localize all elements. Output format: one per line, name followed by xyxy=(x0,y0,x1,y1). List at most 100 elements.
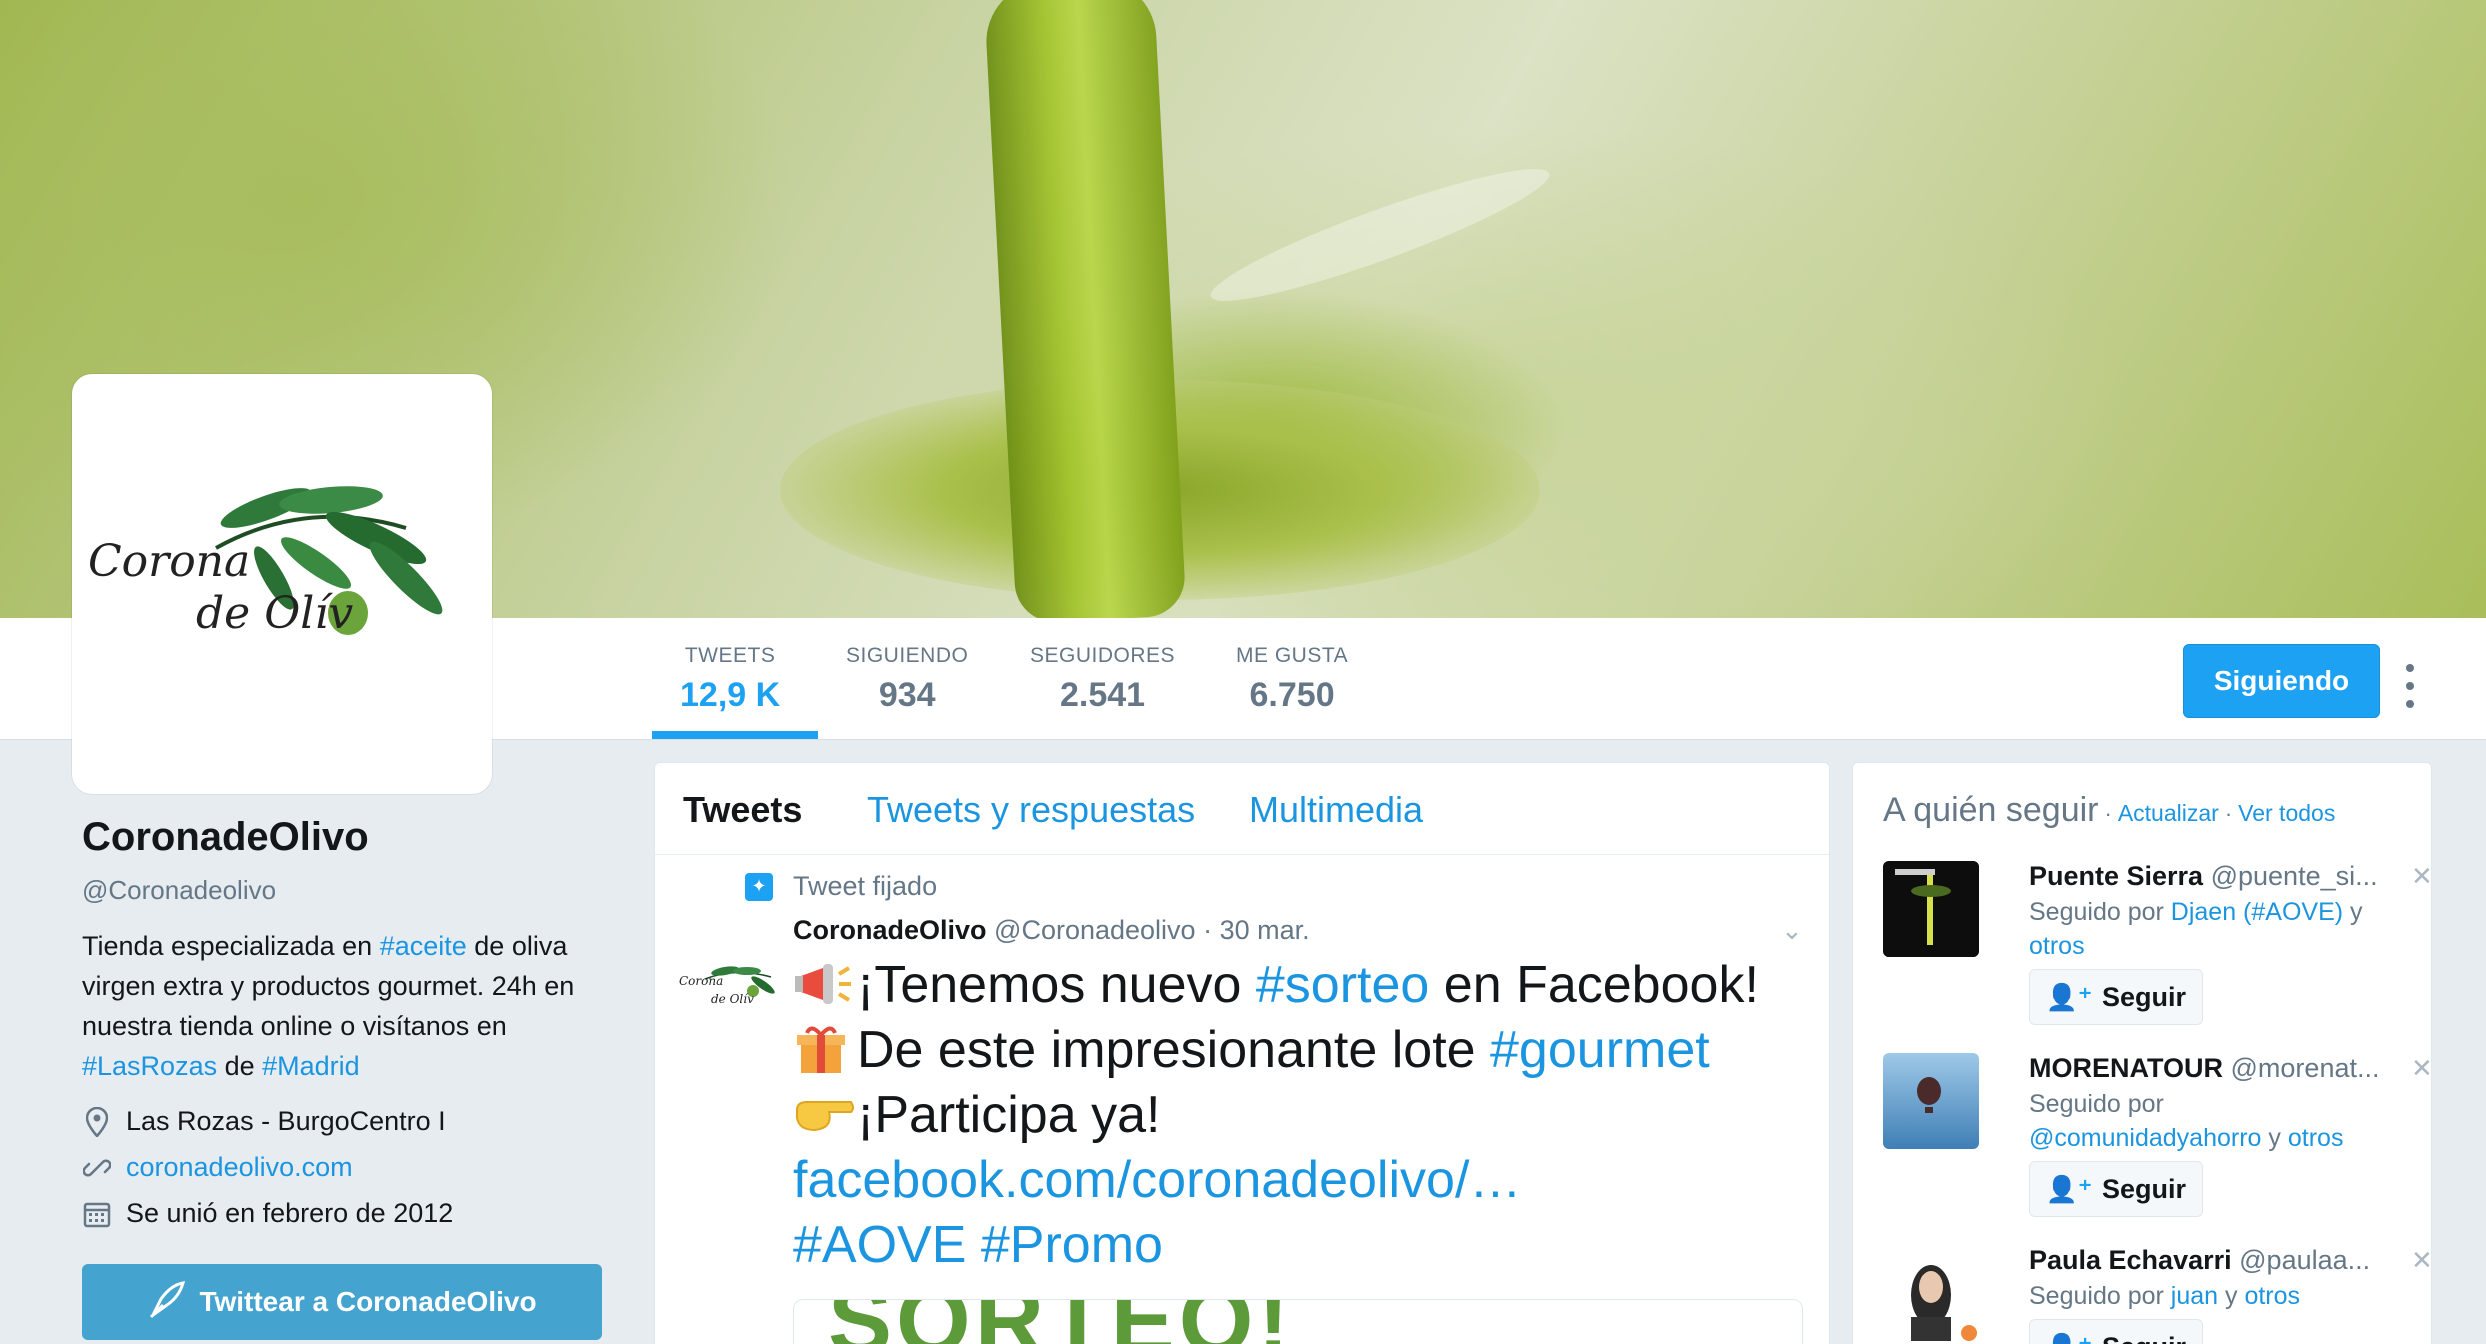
suggestion-name[interactable]: MORENATOUR xyxy=(2029,1053,2223,1083)
logo-text-line-1: Corona xyxy=(88,536,250,587)
tweet-media-card[interactable]: SORTEO! xyxy=(793,1299,1803,1344)
avatar-logo-text-2: de Olív xyxy=(711,992,754,1006)
close-icon[interactable]: ✕ xyxy=(2411,861,2431,892)
calendar-icon xyxy=(82,1199,112,1229)
close-icon[interactable]: ✕ xyxy=(2411,1245,2431,1276)
follow-label: Seguir xyxy=(2102,1332,2186,1344)
tab-tweets-and-replies[interactable]: Tweets y respuestas xyxy=(867,789,1195,831)
stat-following[interactable]: SIGUIENDO 934 xyxy=(846,644,968,715)
stat-label: SEGUIDORES xyxy=(1030,644,1176,667)
profile-handle[interactable]: @Coronadeolivo xyxy=(82,875,276,906)
followed-by-text: Seguido por Djaen (#AOVE) y otros xyxy=(2029,895,2399,963)
joined-text: Se unió en febrero de 2012 xyxy=(126,1198,454,1228)
followed-by-prefix: Seguido por xyxy=(2029,898,2171,926)
stat-value: 6.750 xyxy=(1249,676,1335,714)
location-pin-icon xyxy=(82,1106,112,1137)
followed-by-prefix: Seguido por xyxy=(2029,1282,2171,1310)
suggestion-avatar[interactable] xyxy=(1883,861,1979,957)
hashtag-link[interactable]: #gourmet xyxy=(1490,1021,1710,1079)
hashtag-link[interactable]: #Madrid xyxy=(262,1051,360,1081)
profile-avatar[interactable]: Corona de Olív xyxy=(72,374,492,794)
avatar-logo-text-1: Corona xyxy=(679,974,723,988)
suggestion-handle[interactable]: @morenat... xyxy=(2231,1053,2380,1083)
tweet-author-handle[interactable]: @Coronadeolivo xyxy=(994,915,1196,945)
tweet-date[interactable]: · 30 mar. xyxy=(1203,915,1310,945)
add-user-icon: 👤⁺ xyxy=(2045,981,2093,1012)
who-to-follow-title: A quién seguir xyxy=(1883,791,2099,829)
suggestion-name-line: MORENATOUR @morenat... xyxy=(2029,1053,2389,1084)
stat-followers[interactable]: SEGUIDORES 2.541 xyxy=(1030,644,1175,715)
hashtag-link[interactable]: #LasRozas xyxy=(82,1051,217,1081)
tweet-to-button[interactable]: Twittear a CoronadeOlivo xyxy=(82,1264,602,1340)
website-link[interactable]: coronadeolivo.com xyxy=(126,1152,353,1183)
pinned-tweet-label: ✦ Tweet fijado xyxy=(745,871,937,902)
followed-by-mid: y xyxy=(2261,1124,2288,1152)
tweet-author-name[interactable]: CoronadeOlivo xyxy=(793,915,987,945)
suggestion-avatar[interactable] xyxy=(1883,1245,1979,1341)
followed-by-others-link[interactable]: otros xyxy=(2288,1124,2344,1152)
stat-value: 12,9 K xyxy=(680,676,781,714)
stat-value: 2.541 xyxy=(1059,676,1146,714)
suggestion-handle[interactable]: @puente_si... xyxy=(2211,861,2378,891)
stat-value: 934 xyxy=(878,676,936,714)
suggestion-avatar[interactable] xyxy=(1883,1053,1979,1149)
timeline-tabs: Tweets Tweets y respuestas Multimedia xyxy=(655,763,1829,855)
profile-name[interactable]: CoronadeOlivo xyxy=(82,815,369,860)
hashtag-link[interactable]: #sorteo xyxy=(1256,956,1429,1014)
hashtag-link[interactable]: #Promo xyxy=(981,1216,1163,1274)
more-options-icon[interactable] xyxy=(2400,664,2420,708)
bio-text: Tienda especializada en xyxy=(82,931,380,961)
link-icon xyxy=(82,1153,112,1183)
follow-button[interactable]: 👤⁺ Seguir xyxy=(2029,969,2203,1025)
profile-joined-date: Se unió en febrero de 2012 xyxy=(82,1198,453,1229)
followed-by-text: Seguido por juan y otros xyxy=(2029,1279,2399,1313)
tweet-text-part: ¡Participa ya! xyxy=(857,1086,1161,1144)
profile-location: Las Rozas - BurgoCentro I xyxy=(82,1106,446,1137)
close-icon[interactable]: ✕ xyxy=(2411,1053,2431,1084)
suggestion-name[interactable]: Puente Sierra xyxy=(2029,861,2203,891)
followed-by-others-link[interactable]: otros xyxy=(2244,1282,2300,1310)
follow-button[interactable]: 👤⁺ Seguir xyxy=(2029,1161,2203,1217)
bio-text: de xyxy=(217,1051,263,1081)
stat-likes[interactable]: ME GUSTA 6.750 xyxy=(1236,644,1348,715)
followed-by-link[interactable]: Djaen (#AOVE) xyxy=(2171,898,2343,926)
stat-label: SIGUIENDO xyxy=(846,644,969,667)
followed-by-mid: y xyxy=(2218,1282,2245,1310)
profile-website: coronadeolivo.com xyxy=(82,1152,353,1183)
hashtag-link[interactable]: #aceite xyxy=(380,931,467,961)
view-all-link[interactable]: Ver todos xyxy=(2238,800,2335,827)
banner-oil-stream xyxy=(983,0,1187,618)
stat-tweets[interactable]: TWEETS 12,9 K xyxy=(680,644,780,715)
tweet-text: ¡Tenemos nuevo #sorteo en Facebook! De e… xyxy=(793,953,1813,1278)
tweet-link[interactable]: facebook.com/coronadeolivo/… xyxy=(793,1151,1521,1209)
chevron-down-icon[interactable]: ⌄ xyxy=(1781,915,1803,946)
follow-button[interactable]: 👤⁺ Seguir xyxy=(2029,1319,2203,1344)
add-user-icon: 👤⁺ xyxy=(2046,1332,2092,1344)
tweet-to-label: Twittear a CoronadeOlivo xyxy=(199,1286,537,1317)
suggestion-handle[interactable]: @paulaa... xyxy=(2239,1245,2370,1275)
suggestion-name-line: Puente Sierra @puente_si... xyxy=(2029,861,2389,892)
followed-by-others-link[interactable]: otros xyxy=(2029,932,2085,960)
tweet-header: CoronadeOlivo @Coronadeolivo · 30 mar. xyxy=(793,915,1310,946)
stat-label: TWEETS xyxy=(684,644,776,667)
gift-icon xyxy=(793,1023,855,1075)
suggestion-name[interactable]: Paula Echavarri xyxy=(2029,1245,2232,1275)
tweet-author-avatar[interactable]: Corona de Olív xyxy=(675,939,779,1043)
pinned-text: Tweet fijado xyxy=(793,871,938,901)
tab-media[interactable]: Multimedia xyxy=(1249,789,1423,831)
tweet-text-part: ¡Tenemos nuevo xyxy=(857,956,1256,1014)
hashtag-link[interactable]: #AOVE xyxy=(793,1216,966,1274)
following-button[interactable]: Siguiendo xyxy=(2183,644,2380,718)
followed-by-link[interactable]: @comunidadyahorro xyxy=(2029,1124,2261,1152)
followed-by-text: Seguido por @comunidadyahorro y otros xyxy=(2029,1087,2399,1155)
follow-label: Seguir xyxy=(2102,1173,2187,1204)
followed-by-prefix: Seguido por xyxy=(2029,1090,2164,1118)
timeline-panel: Tweets Tweets y respuestas Multimedia ✦ … xyxy=(654,762,1830,1344)
tweet-text-part: en Facebook! xyxy=(1429,956,1759,1014)
profile-bio: Tienda especializada en #aceite de oliva… xyxy=(82,926,622,1086)
pin-icon: ✦ xyxy=(745,872,773,901)
tweet-text-part: De este impresionante lote xyxy=(857,1021,1491,1079)
refresh-link[interactable]: Actualizar xyxy=(2118,800,2219,827)
tab-tweets[interactable]: Tweets xyxy=(683,789,802,831)
followed-by-link[interactable]: juan xyxy=(2171,1282,2218,1310)
